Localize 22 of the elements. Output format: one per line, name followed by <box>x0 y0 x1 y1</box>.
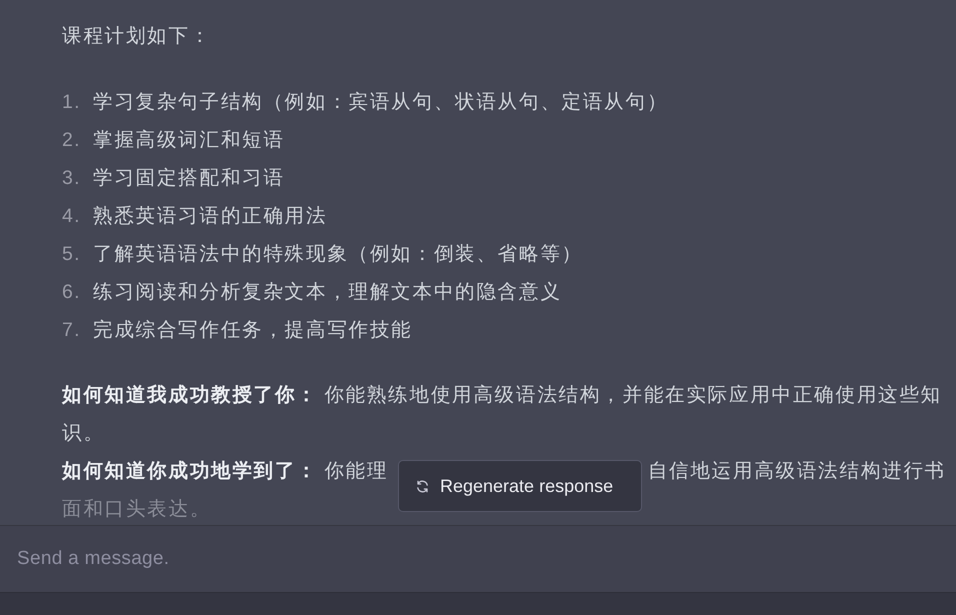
list-item-text: 熟悉英语习语的正确用法 <box>93 204 328 229</box>
message-text: 自信地运用高级语法结构进行书 <box>648 459 946 484</box>
list-item-text: 学习固定搭配和习语 <box>93 166 285 191</box>
list-number: 2. <box>62 128 82 153</box>
refresh-icon <box>415 478 430 494</box>
list-number: 3. <box>62 166 82 191</box>
regenerate-button[interactable]: Regenerate response <box>398 460 642 512</box>
list-item-text: 完成综合写作任务，提高写作技能 <box>93 318 412 343</box>
list-number: 6. <box>62 280 82 305</box>
message-text: 课程计划如下： <box>62 24 212 49</box>
message-text: 如何知道你成功地学到了： 你能理 <box>62 459 388 484</box>
list-item-text: 了解英语语法中的特殊现象（例如：倒装、省略等） <box>93 242 583 267</box>
list-item-text: 掌握高级词汇和短语 <box>93 128 285 153</box>
message-input[interactable]: Send a message. <box>0 525 956 593</box>
list-number: 7. <box>62 318 82 343</box>
message-paragraph: 如何知道我成功教授了你： 你能熟练地使用高级语法结构，并能在实际应用中正确使用这些知识。 <box>62 383 944 446</box>
list-number: 1. <box>62 90 82 115</box>
list-item-text: 练习阅读和分析复杂文本，理解文本中的隐含意义 <box>93 280 562 305</box>
message-text: 面和口头表达。 <box>62 497 212 522</box>
list-number: 4. <box>62 204 82 229</box>
list-number: 5. <box>62 242 82 267</box>
list-item-text: 学习复杂句子结构（例如：宾语从句、状语从句、定语从句） <box>93 90 668 115</box>
